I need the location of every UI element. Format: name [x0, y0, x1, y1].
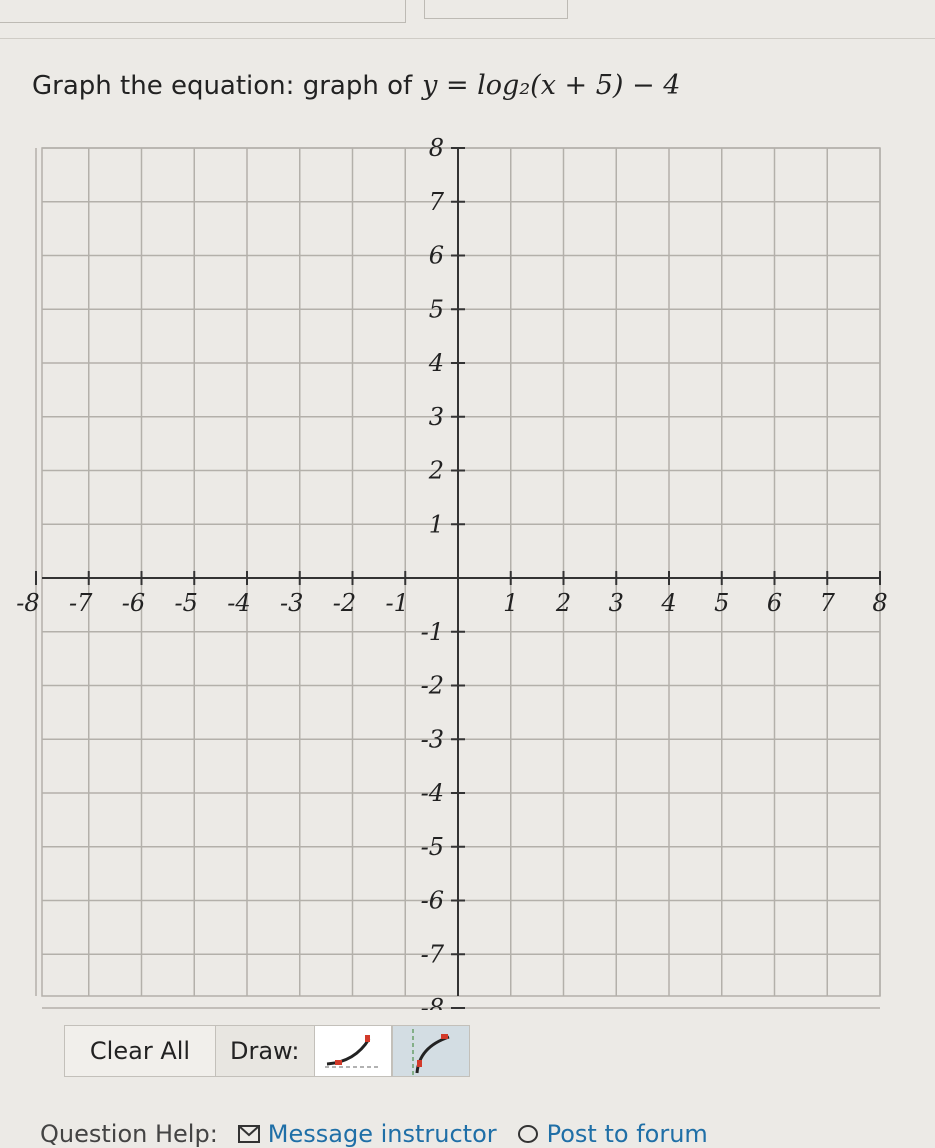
x-tick-label: -1: [386, 589, 409, 617]
prompt-text: Graph the equation: graph of: [32, 71, 413, 101]
question-help: Question Help: Message instructor Post t…: [40, 1120, 708, 1148]
y-tick-label: 6: [429, 242, 444, 270]
top-panel: [0, 0, 406, 23]
top-divider: [0, 38, 935, 39]
question-prompt: Graph the equation: graph of y = log₂(x …: [32, 70, 680, 101]
x-tick-label: 7: [820, 589, 836, 617]
y-tick-label: 3: [429, 403, 444, 431]
y-tick-label: -3: [421, 725, 444, 753]
logarithm-tool-button[interactable]: [392, 1025, 470, 1077]
axes: [35, 147, 881, 1009]
x-tick-label: -8: [16, 589, 39, 617]
post-to-forum-text: Post to forum: [546, 1120, 708, 1148]
y-tick-label: 8: [429, 134, 444, 162]
y-tick-label: -1: [421, 618, 444, 646]
draw-label: Draw:: [216, 1025, 314, 1077]
envelope-icon: [237, 1125, 260, 1143]
x-tick-label: 5: [714, 589, 729, 617]
x-tick-label: 3: [609, 589, 624, 617]
y-tick-label: -8: [421, 994, 444, 1010]
x-tick-label: -7: [69, 589, 93, 617]
help-label: Question Help:: [40, 1120, 218, 1148]
clear-all-button[interactable]: Clear All: [64, 1025, 216, 1077]
y-tick-label: -5: [421, 833, 444, 861]
y-tick-label: -6: [421, 887, 444, 915]
y-axis-labels: 8 7 6 5 4 3 2 1 -1 -2 -3 -4 -5 -6 -7 -8: [421, 134, 445, 1010]
x-tick-label: -4: [227, 589, 250, 617]
coordinate-grid[interactable]: -8 -7 -6 -5 -4 -3 -2 -1 1 2 3 4 5 6 7 8 87654321-1-2-3-…: [0, 130, 935, 1010]
x-tick-label: 1: [503, 589, 518, 617]
x-tick-label: 2: [555, 589, 571, 617]
y-tick-label: 2: [428, 457, 444, 485]
post-to-forum-link[interactable]: Post to forum: [517, 1120, 708, 1148]
top-bar: [0, 0, 935, 40]
y-tick-label: 4: [428, 349, 444, 377]
grid-frame: [41, 147, 881, 997]
logarithm-curve-icon: [412, 1029, 450, 1075]
y-tick-label: -7: [421, 940, 445, 968]
exponential-curve-icon: [325, 1035, 381, 1068]
x-tick-label: -5: [175, 589, 198, 617]
speech-bubble-icon: [517, 1125, 538, 1143]
x-tick-label: -3: [280, 589, 303, 617]
drawing-toolbar: Clear All Draw:: [64, 1025, 470, 1077]
x-tick-label: -2: [333, 589, 356, 617]
message-instructor-link[interactable]: Message instructor: [237, 1120, 497, 1148]
y-tick-label: 1: [429, 510, 444, 538]
x-tick-label: -6: [122, 589, 145, 617]
x-tick-label: 4: [660, 589, 676, 617]
message-instructor-text: Message instructor: [267, 1120, 497, 1148]
top-tab[interactable]: [424, 0, 568, 19]
y-tick-label: 5: [429, 295, 444, 323]
x-tick-label: 8: [872, 589, 887, 617]
equation: y = log₂(x + 5) − 4: [422, 70, 681, 101]
y-tick-label: 7: [429, 188, 445, 216]
y-tick-label: -4: [421, 779, 444, 807]
x-tick-label: 6: [767, 589, 782, 617]
x-axis-labels: -8 -7 -6 -5 -4 -3 -2 -1 1 2 3 4 5 6 7 8: [16, 589, 887, 617]
y-tick-label: -2: [421, 672, 444, 700]
exponential-tool-button[interactable]: [314, 1025, 392, 1077]
